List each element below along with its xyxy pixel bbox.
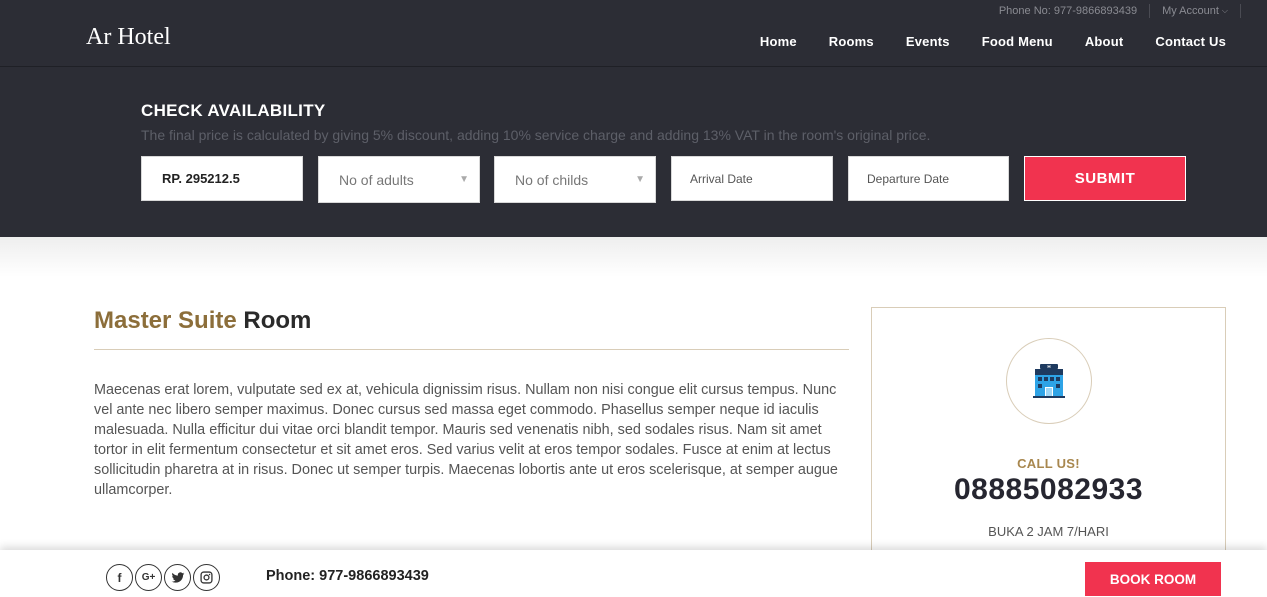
hotel-icon-circle: H xyxy=(1006,338,1092,424)
check-availability-section: CHECK AVAILABILITY The final price is ca… xyxy=(0,66,1267,237)
facebook-icon[interactable]: f xyxy=(106,564,133,591)
departure-date-input[interactable]: Departure Date xyxy=(848,156,1009,201)
book-room-button[interactable]: BOOK ROOM xyxy=(1085,562,1221,596)
dropdown-arrow-icon: ▼ xyxy=(459,174,469,185)
arrival-date-input[interactable]: Arrival Date xyxy=(671,156,833,201)
room-title-rest: Room xyxy=(243,307,312,334)
site-header: Ar Hotel Phone No: 977-9866893439 My Acc… xyxy=(0,0,1267,66)
section-shadow xyxy=(0,237,1267,277)
divider xyxy=(1149,4,1151,18)
site-logo[interactable]: Ar Hotel xyxy=(86,22,171,52)
call-us-label: CALL US! xyxy=(1017,456,1080,471)
room-title-accent: Master Suite xyxy=(94,307,237,334)
my-account-dropdown[interactable]: My Account ⌵ xyxy=(1162,5,1228,17)
call-us-number[interactable]: 08885082933 xyxy=(872,473,1225,507)
title-divider xyxy=(94,349,849,350)
dropdown-arrow-icon: ▼ xyxy=(635,174,645,185)
nav-home[interactable]: Home xyxy=(760,34,797,49)
nav-about[interactable]: About xyxy=(1085,34,1124,49)
twitter-icon[interactable] xyxy=(164,564,191,591)
top-bar: Phone No: 977-9866893439 My Account ⌵ xyxy=(999,3,1241,19)
twitter-bird-shape xyxy=(171,571,184,583)
google-plus-icon[interactable]: G+ xyxy=(135,564,162,591)
hotel-building-icon: H xyxy=(1033,364,1065,398)
availability-subtitle: The final price is calculated by giving … xyxy=(141,127,931,143)
main-nav: Home Rooms Events Food Menu About Contac… xyxy=(760,34,1226,49)
nav-rooms[interactable]: Rooms xyxy=(829,34,874,49)
footer-phone: Phone: 977-9866893439 xyxy=(266,568,429,584)
room-description: Maecenas erat lorem, vulputate sed ex at… xyxy=(94,382,838,498)
nav-contact-us[interactable]: Contact Us xyxy=(1155,34,1226,49)
room-title: Master Suite Room xyxy=(94,306,311,336)
childs-select[interactable]: No of childs ▼ xyxy=(494,156,656,203)
sticky-footer-bar: f G+ Phone: 977-9866893439 BOOK ROOM xyxy=(0,550,1267,597)
adults-select[interactable]: No of adults ▼ xyxy=(318,156,480,203)
opening-hours: BUKA 2 JAM 7/HARI xyxy=(988,524,1109,539)
submit-button[interactable]: SUBMIT xyxy=(1024,156,1186,201)
svg-text:H: H xyxy=(1047,364,1050,369)
header-phone: Phone No: 977-9866893439 xyxy=(998,5,1138,17)
price-field[interactable]: RP. 295212.5 xyxy=(141,156,303,201)
my-account-label: My Account xyxy=(1162,5,1219,17)
divider xyxy=(1240,4,1241,18)
social-links: f G+ xyxy=(106,564,220,591)
nav-food-menu[interactable]: Food Menu xyxy=(982,34,1053,49)
instagram-icon[interactable] xyxy=(193,564,220,591)
instagram-camera-shape xyxy=(200,571,213,584)
chevron-down-icon: ⌵ xyxy=(1221,6,1228,15)
availability-title: CHECK AVAILABILITY xyxy=(141,101,326,120)
adults-placeholder: No of adults xyxy=(339,171,414,188)
childs-placeholder: No of childs xyxy=(515,171,589,188)
nav-events[interactable]: Events xyxy=(906,34,950,49)
call-us-card: H CALL US! 08885082933 BUKA 2 JAM 7/HARI xyxy=(871,307,1226,567)
